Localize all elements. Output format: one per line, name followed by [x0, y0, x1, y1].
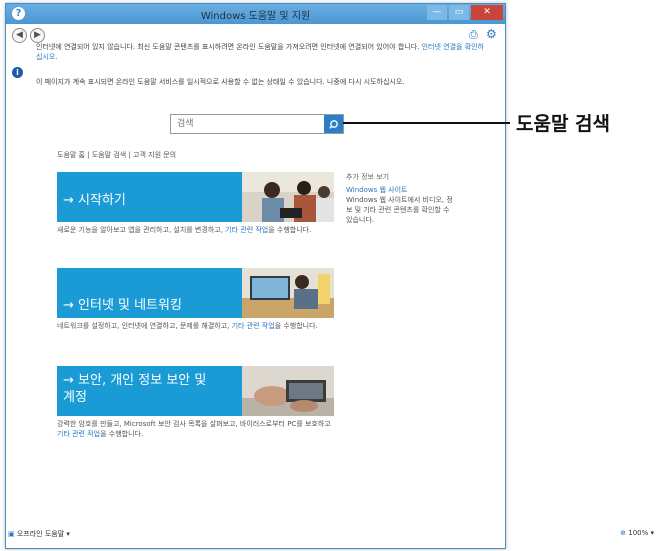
tile-desc-text: 네트워크를 설정하고, 인터넷에 연결하고, 문제를 해결하고, [57, 322, 232, 330]
offline-notice: 인터넷에 연결되어 있지 않습니다. 최신 도움말 콘텐츠를 표시하려면 온라인… [36, 42, 486, 62]
print-icon[interactable]: ⎙ [469, 29, 481, 40]
tile-banner[interactable]: → 시작하기 [57, 172, 334, 222]
tile-desc-text: 강력한 암호를 만들고, Microsoft 보안 검사 목록을 살펴보고, 바… [57, 420, 331, 428]
tile-label-line2: 계정 [63, 390, 87, 405]
hands-photo [242, 366, 334, 416]
people-photo [242, 172, 334, 222]
tile-label-line1: → 보안, 개인 정보 보안 및 [63, 373, 207, 388]
gear-icon[interactable]: ⚙ [486, 28, 498, 40]
callout-label: 도움말 검색 [516, 113, 611, 135]
zoom-control[interactable]: ⊕ 100% ▾ [620, 529, 654, 537]
zoom-level: 100% ▾ [628, 529, 654, 537]
breadcrumb[interactable]: 도움말 홈 | 도움말 검색 | 고객 지원 문의 [57, 150, 176, 160]
tile-security-privacy[interactable]: → 보안, 개인 정보 보안 및 계정 강력한 암호를 만들고, Microso… [57, 366, 334, 439]
search-box [170, 114, 344, 134]
tile-desc-suffix: 을 수행합니다. [100, 430, 144, 438]
search-input[interactable] [171, 115, 327, 133]
back-button[interactable]: ◀ [12, 28, 27, 43]
close-button[interactable]: ✕ [471, 5, 503, 20]
tile-banner[interactable]: → 보안, 개인 정보 보안 및 계정 [57, 366, 334, 416]
forward-button[interactable]: ▶ [30, 28, 45, 43]
tile-label: → 시작하기 [63, 193, 126, 208]
callout-line [343, 122, 510, 124]
zoom-icon: ⊕ [620, 529, 626, 537]
maximize-button[interactable]: ▭ [449, 5, 469, 20]
info-icon: i [12, 67, 23, 78]
tile-desc-link[interactable]: 기타 관련 작업 [225, 226, 268, 234]
nav-bar: ◀ ▶ ⎙ ⚙ [6, 24, 505, 44]
laptop-photo [242, 268, 334, 318]
service-notice: 이 페이지가 계속 표시되면 온라인 도움말 서비스를 일시적으로 사용할 수 … [36, 78, 405, 86]
windows-website-link[interactable]: Windows 웹 사이트 [346, 185, 456, 195]
offline-help-menu[interactable]: ▣ 오프라인 도움말 ▾ [8, 529, 70, 539]
tile-banner[interactable]: → 인터넷 및 네트워킹 [57, 268, 334, 318]
help-mode-icon: ▣ [8, 530, 15, 538]
tile-desc-suffix: 을 수행합니다. [274, 322, 318, 330]
offline-notice-text: 인터넷에 연결되어 있지 않습니다. 최신 도움말 콘텐츠를 표시하려면 온라인… [36, 43, 420, 51]
more-info-text: Windows 웹 사이트에서 비디오, 정보 및 기타 관련 콘텐츠를 확인할… [346, 196, 453, 224]
tile-description: 강력한 암호를 만들고, Microsoft 보안 검사 목록을 살펴보고, 바… [57, 419, 334, 439]
more-info-title: 추가 정보 보기 [346, 173, 390, 181]
offline-help-label: 오프라인 도움말 ▾ [16, 530, 70, 538]
tile-getting-started[interactable]: → 시작하기 새로운 기능을 알아보고 앱을 관리하고, 설치를 변경하고, 기… [57, 172, 334, 235]
tile-description: 네트워크를 설정하고, 인터넷에 연결하고, 문제를 해결하고, 기타 관련 작… [57, 321, 334, 331]
tile-label: → 인터넷 및 네트워킹 [63, 298, 182, 313]
tile-internet-networking[interactable]: → 인터넷 및 네트워킹 네트워크를 설정하고, 인터넷에 연결하고, 문제를 … [57, 268, 334, 331]
tile-desc-suffix: 을 수행합니다. [268, 226, 312, 234]
search-button[interactable] [324, 115, 343, 133]
tile-desc-link[interactable]: 기타 관련 작업 [57, 430, 100, 438]
tile-label: → 보안, 개인 정보 보안 및 계정 [63, 372, 206, 406]
tile-description: 새로운 기능을 알아보고 앱을 관리하고, 설치를 변경하고, 기타 관련 작업… [57, 225, 334, 235]
title-bar: ? Windows 도움말 및 지원 — ▭ ✕ [6, 4, 505, 24]
tile-desc-link[interactable]: 기타 관련 작업 [232, 322, 275, 330]
more-info-panel: 추가 정보 보기 Windows 웹 사이트 Windows 웹 사이트에서 비… [346, 172, 456, 225]
tile-desc-text: 새로운 기능을 알아보고 앱을 관리하고, 설치를 변경하고, [57, 226, 226, 234]
search-icon [328, 120, 338, 129]
minimize-button[interactable]: — [427, 5, 447, 20]
